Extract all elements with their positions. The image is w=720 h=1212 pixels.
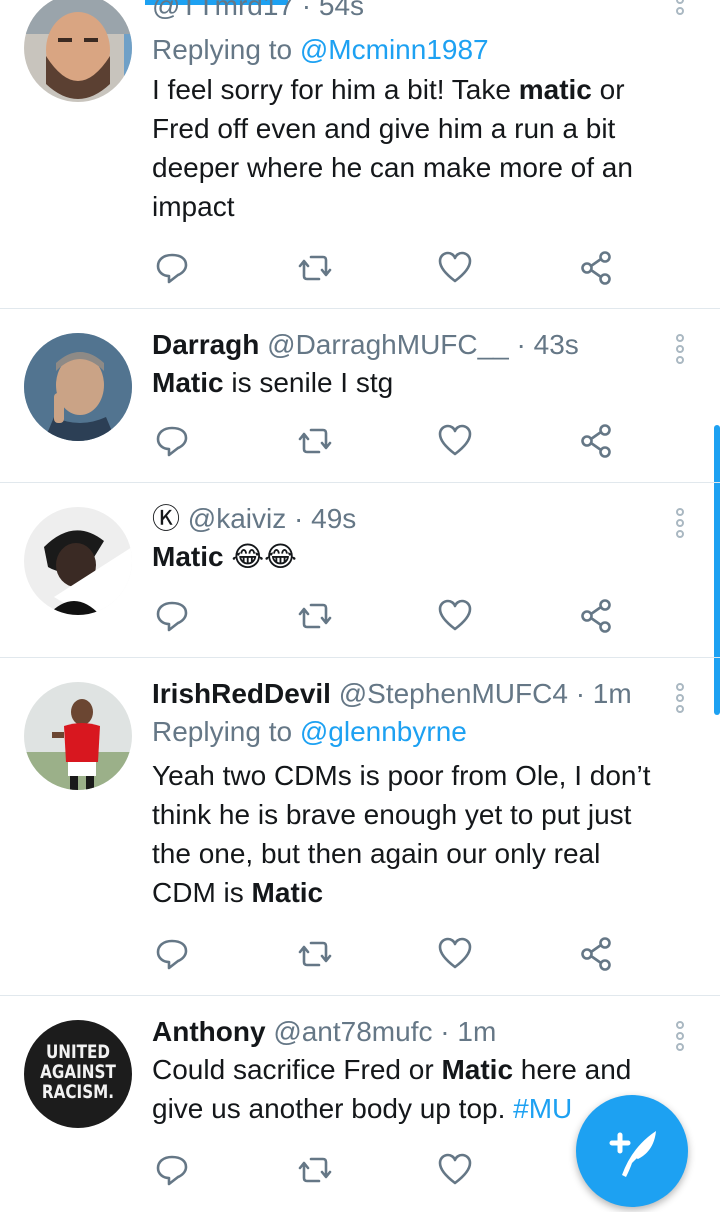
reply-icon[interactable] — [152, 421, 192, 461]
heart-icon[interactable] — [435, 934, 475, 974]
text-segment: 😂😂 — [223, 541, 297, 572]
share-icon[interactable] — [576, 248, 616, 288]
tweet-time: · 43s — [516, 329, 579, 360]
more-options-icon[interactable] — [676, 334, 686, 364]
tweet-header: Darragh @DarraghMUFC__ · 43s — [152, 327, 660, 363]
author-name[interactable]: IrishRedDevil — [152, 678, 331, 709]
share-icon[interactable] — [576, 421, 616, 461]
more-options-icon[interactable] — [676, 683, 686, 713]
tweet-actions — [152, 1150, 622, 1190]
retweet-icon[interactable] — [295, 1150, 335, 1190]
more-options-icon[interactable] — [676, 0, 686, 15]
highlighted-term: Matic — [251, 877, 324, 908]
text-segment: Yeah two CDMs is poor from Ole, I don’t … — [152, 760, 651, 908]
retweet-icon[interactable] — [295, 421, 335, 461]
reply-icon[interactable] — [152, 1150, 192, 1190]
retweet-icon[interactable] — [295, 596, 335, 636]
tweet-header: IrishRedDevil @StephenMUFC4 · 1m — [152, 676, 660, 712]
tweet-1[interactable]: @TTmrd17 · 54s Replying to @Mcminn1987 I… — [0, 0, 720, 309]
text-segment: I feel sorry for him a bit! Take — [152, 74, 519, 105]
tweet-text: I feel sorry for him a bit! Take matic o… — [152, 70, 660, 226]
share-icon[interactable] — [576, 934, 616, 974]
text-segment: Could sacrifice Fred or — [152, 1054, 442, 1085]
tweet-text: Yeah two CDMs is poor from Ole, I don’t … — [152, 756, 660, 912]
reply-icon[interactable] — [152, 934, 192, 974]
tweet-actions — [152, 421, 622, 461]
tweet-4[interactable]: IrishRedDevil @StephenMUFC4 · 1m Replyin… — [0, 658, 720, 996]
avatar-tweet-3[interactable] — [24, 507, 132, 615]
avatar-tweet-1[interactable] — [24, 0, 132, 102]
tweet-2[interactable]: Darragh @DarraghMUFC__ · 43s Matic is se… — [0, 309, 720, 483]
more-options-icon[interactable] — [676, 1021, 686, 1051]
avatar-tweet-5[interactable]: UNITED AGAINST RACISM. — [24, 1020, 132, 1128]
reply-icon[interactable] — [152, 248, 192, 288]
text-segment: is senile I stg — [223, 367, 394, 398]
hashtag-link[interactable]: #MU — [513, 1093, 572, 1124]
tweet-text: Matic 😂😂 — [152, 537, 660, 576]
reply-to-link[interactable]: @Mcminn1987 — [300, 34, 489, 65]
retweet-icon[interactable] — [295, 934, 335, 974]
highlighted-term: Matic — [441, 1054, 514, 1085]
author-name[interactable]: Anthony — [152, 1016, 266, 1047]
tweet-time: · 49s — [294, 503, 357, 534]
heart-icon[interactable] — [435, 421, 475, 461]
share-icon[interactable] — [576, 596, 616, 636]
avatar-tweet-4[interactable] — [24, 682, 132, 790]
heart-icon[interactable] — [435, 596, 475, 636]
author-name[interactable]: Ⓚ — [152, 503, 180, 534]
tweet-actions — [152, 596, 622, 636]
tweet-time: · 1m — [440, 1016, 497, 1047]
tweet-3[interactable]: Ⓚ @kaiviz · 49s Matic 😂😂 — [0, 483, 720, 658]
author-handle[interactable]: @StephenMUFC4 — [339, 678, 568, 709]
replying-to: Replying to @Mcminn1987 — [152, 34, 489, 65]
compose-tweet-button[interactable] — [576, 1095, 688, 1207]
highlighted-term: Matic — [152, 367, 224, 398]
author-name[interactable]: Darragh — [152, 329, 259, 360]
retweet-icon[interactable] — [295, 248, 335, 288]
replying-to: Replying to @glennbyrne — [152, 716, 467, 747]
tweet-actions — [152, 248, 622, 288]
reply-icon[interactable] — [152, 596, 192, 636]
tweet-handle[interactable]: @TTmrd17 · 54s — [152, 0, 364, 21]
tweet-actions — [152, 934, 622, 974]
avatar-tweet-2[interactable] — [24, 333, 132, 441]
reply-to-link[interactable]: @glennbyrne — [300, 716, 467, 747]
highlighted-term: Matic — [152, 541, 224, 572]
author-handle[interactable]: @kaiviz — [188, 503, 286, 534]
author-handle[interactable]: @DarraghMUFC__ — [267, 329, 509, 360]
author-handle[interactable]: @ant78mufc — [273, 1016, 432, 1047]
avatar-badge: UNITED AGAINST RACISM. — [40, 1041, 116, 1103]
tweet-header: Ⓚ @kaiviz · 49s — [152, 501, 660, 537]
compose-tweet-icon — [609, 1131, 656, 1177]
tweet-header: @TTmrd17 · 54s — [152, 0, 660, 24]
highlighted-term: matic — [518, 74, 592, 105]
heart-icon[interactable] — [435, 1150, 475, 1190]
tweet-time: · 1m — [575, 678, 632, 709]
more-options-icon[interactable] — [676, 508, 686, 538]
heart-icon[interactable] — [435, 248, 475, 288]
tweet-header: Anthony @ant78mufc · 1m — [152, 1014, 660, 1050]
tweet-text: Matic is senile I stg — [152, 363, 660, 402]
